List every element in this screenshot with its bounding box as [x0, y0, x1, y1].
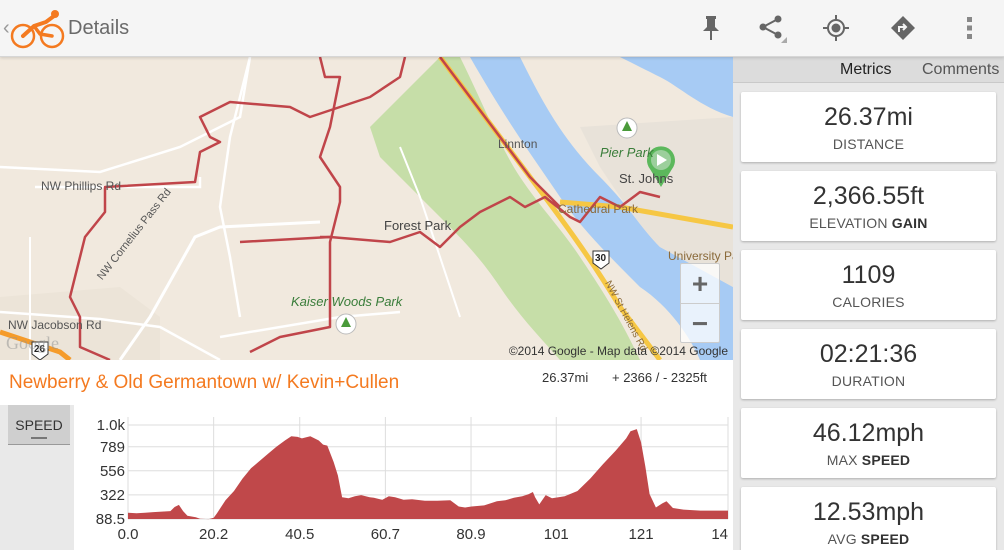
tab-comments[interactable]: Comments — [922, 61, 999, 79]
directions-icon[interactable] — [887, 12, 919, 44]
metrics-panel: Metrics Comments 26.37mi DISTANCE 2,366.… — [733, 57, 1004, 550]
share-icon[interactable] — [756, 12, 788, 44]
google-logo: Google — [6, 333, 59, 353]
map-label-nw-jacobson-rd: NW Jacobson Rd — [8, 318, 102, 332]
route-info-bar: Newberry & Old Germantown w/ Kevin+Culle… — [0, 360, 733, 405]
metric-card-max-speed: 46.12mph MAX SPEED — [741, 408, 996, 478]
elevation-area — [128, 429, 728, 520]
metric-label: MAX SPEED — [741, 452, 996, 468]
metric-card-duration: 02:21:36 DURATION — [741, 329, 996, 399]
metric-value: 46.12mph — [812, 419, 925, 447]
my-location-icon[interactable] — [820, 12, 852, 44]
map-label-cathedral-park: Cathedral Park — [558, 202, 639, 216]
x-tick-label: 20.2 — [199, 526, 228, 543]
x-tick-label: 40.5 — [285, 526, 314, 543]
speed-toggle-label: SPEED — [15, 417, 63, 433]
action-bar: ‹ Details — [0, 0, 1004, 57]
x-tick-label: 80.9 — [456, 526, 485, 543]
route-map[interactable]: NW Phillips Rd NW Cornelius Pass Rd NW J… — [0, 57, 733, 360]
zoom-out-button[interactable]: − — [681, 304, 719, 344]
map-label-kaiser-woods-park: Kaiser Woods Park — [291, 294, 403, 309]
overflow-menu-icon[interactable] — [954, 12, 986, 44]
metric-card-distance: 26.37mi DISTANCE — [741, 92, 996, 162]
metric-value: 02:21:36 — [819, 340, 918, 368]
elevation-chart-area: SPEED 88.5 322 556 789 1.0k 0.0 20.2 40.5 60.7 80… — [0, 405, 733, 550]
metric-card-avg-speed: 12.53mph AVG SPEED — [741, 487, 996, 550]
speed-toggle-indicator — [31, 437, 47, 439]
metric-label-bold: SPEED — [860, 531, 910, 547]
x-tick-label: 14 — [711, 526, 728, 543]
metric-label: AVG SPEED — [741, 531, 996, 547]
metric-label: CALORIES — [741, 294, 996, 310]
cyclist-logo-icon[interactable] — [10, 8, 66, 50]
zoom-in-button[interactable]: + — [681, 264, 719, 304]
metric-label-text: DISTANCE — [832, 136, 905, 152]
route-distance: 26.37mi — [542, 370, 589, 385]
elevation-chart[interactable]: 88.53225567891.0k0.0 20.2 40.5 60.7 80.9 101 1… — [74, 405, 733, 550]
map-label-pier-park: Pier Park — [600, 145, 654, 160]
map-label-university-park: University Park — [668, 249, 733, 263]
metric-label-bold: GAIN — [891, 215, 928, 231]
y-tick-label: 1.0k — [97, 417, 126, 434]
route-title: Newberry & Old Germantown w/ Kevin+Culle… — [9, 372, 400, 393]
back-chevron-icon[interactable]: ‹ — [3, 17, 10, 40]
x-tick-label: 60.7 — [371, 526, 400, 543]
metric-label-text: DURATION — [831, 373, 906, 389]
map-label-st-johns: St. Johns — [619, 171, 674, 186]
metric-label: DURATION — [741, 373, 996, 389]
metric-value: 1109 — [841, 261, 896, 289]
metrics-tabs: Metrics Comments — [733, 57, 1004, 83]
metric-label-bold: SPEED — [861, 452, 911, 468]
metric-label-text: CALORIES — [832, 294, 905, 310]
speed-toggle-button[interactable]: SPEED — [8, 405, 70, 445]
y-tick-label: 556 — [100, 463, 125, 480]
x-tick-label: 101 — [544, 526, 569, 543]
metric-label-text: ELEVATION — [809, 215, 892, 231]
y-tick-label: 322 — [100, 487, 125, 504]
metric-label-text: AVG — [827, 531, 861, 547]
map-label-nw-phillips-rd: NW Phillips Rd — [41, 179, 122, 193]
metric-value: 2,366.55ft — [812, 182, 925, 210]
x-tick-label: 0.0 — [118, 526, 139, 543]
chart-side-panel: SPEED — [0, 405, 74, 550]
metric-value: 26.37mi — [824, 103, 913, 131]
tab-metrics[interactable]: Metrics — [840, 61, 892, 79]
metric-card-calories: 1109 CALORIES — [741, 250, 996, 320]
map-copyright: ©2014 Google - Map data ©2014 Google — [508, 344, 728, 358]
metric-label: DISTANCE — [741, 136, 996, 152]
map-label-forest-park: Forest Park — [384, 218, 452, 233]
pin-icon[interactable] — [695, 12, 727, 44]
page-title: Details — [68, 17, 130, 39]
y-tick-label: 789 — [100, 439, 125, 456]
us-30-shield: 30 — [595, 253, 607, 264]
zoom-control: + − — [680, 263, 720, 343]
metric-label: ELEVATION GAIN — [741, 215, 996, 231]
route-elevation: + 2366 / - 2325ft — [612, 370, 708, 385]
metric-label-text: MAX — [826, 452, 862, 468]
metric-card-elevation-gain: 2,366.55ft ELEVATION GAIN — [741, 171, 996, 241]
metric-value: 12.53mph — [812, 498, 925, 526]
x-tick-label: 121 — [629, 526, 654, 543]
map-label-linnton: Linnton — [498, 137, 538, 151]
